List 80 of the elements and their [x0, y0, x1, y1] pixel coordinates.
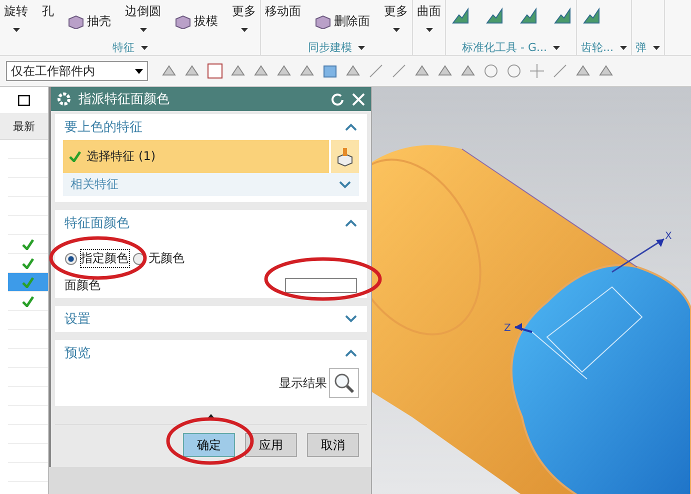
plus-icon[interactable] [529, 63, 545, 79]
caret-icon [392, 28, 400, 32]
ribbon-button[interactable]: 抽壳 [68, 13, 111, 30]
radio-button[interactable]: 无颜色 [132, 250, 185, 267]
ribbon-button[interactable]: 更多 [384, 3, 408, 32]
color-swatch[interactable] [285, 278, 357, 293]
tool-icon[interactable] [518, 7, 538, 25]
section-title[interactable]: 预览 [64, 344, 91, 362]
chevron-icon[interactable] [345, 349, 357, 357]
group-label: 特征 [112, 40, 134, 55]
cube-icon [335, 146, 355, 166]
check-icon [68, 151, 81, 162]
chevron-icon [339, 180, 351, 188]
reset-icon[interactable] [331, 92, 344, 106]
section-title[interactable]: 设置 [64, 310, 91, 328]
group-label: 同步建模 [308, 40, 352, 55]
ribbon-button[interactable]: 移动面 [265, 3, 301, 20]
ribbon-button[interactable]: 旋转 [4, 3, 28, 32]
caret-icon[interactable] [135, 68, 143, 74]
line-icon[interactable] [391, 63, 407, 79]
dialog-button[interactable]: 应用 [245, 433, 297, 457]
ribbon-button[interactable]: 拔模 [175, 13, 218, 30]
tool-icon[interactable] [581, 7, 601, 25]
caret-icon[interactable] [552, 46, 560, 50]
caret-icon [12, 28, 20, 32]
caret-icon[interactable] [620, 46, 626, 50]
select-icon[interactable] [207, 63, 223, 79]
ribbon-button[interactable]: 孔 [42, 3, 54, 20]
section-title[interactable]: 特征面颜色 [64, 214, 130, 232]
chevron-icon[interactable] [345, 123, 357, 131]
caret-icon [426, 28, 432, 32]
navigator-row[interactable] [8, 273, 48, 292]
caret-icon[interactable] [358, 46, 365, 50]
check-icon [22, 258, 34, 268]
ribbon-button[interactable]: 删除面 [315, 13, 370, 30]
ribbon-button[interactable]: 边倒圆 [125, 3, 161, 32]
ribbon-button[interactable]: 更多 [232, 3, 256, 32]
circle-icon[interactable] [483, 63, 499, 79]
tool-icon[interactable] [450, 7, 470, 25]
line-icon[interactable] [368, 63, 384, 79]
caret-icon [140, 28, 146, 32]
check-icon [22, 276, 34, 288]
box-icon [315, 14, 331, 28]
caret-icon [240, 28, 248, 32]
dialog-title: 指派特征面颜色 [78, 91, 171, 108]
filter-dropdown[interactable]: 仅在工作部件内 [6, 61, 148, 81]
tool-icon[interactable] [552, 7, 572, 25]
caret-icon[interactable] [140, 46, 148, 50]
caret-icon[interactable] [652, 46, 660, 50]
cylinder-drawing[interactable] [372, 145, 691, 494]
field-label: 显示结果 [279, 374, 327, 392]
select-button[interactable] [331, 140, 359, 173]
group-label: 标准化工具 - G... [462, 40, 547, 55]
radio-button[interactable]: 指定颜色 [64, 250, 129, 267]
selection-row[interactable]: 选择特征 (1) [62, 140, 329, 173]
group-label: 齿轮... [581, 40, 614, 55]
check-icon [22, 296, 34, 306]
line-icon[interactable] [552, 63, 568, 79]
gear-icon [56, 92, 71, 106]
dialog-button[interactable]: 确定 [183, 433, 235, 457]
section-title[interactable]: 要上色的特征 [64, 118, 143, 136]
group-label: 弹 [636, 40, 646, 55]
ribbon-button[interactable]: 曲面 [417, 3, 441, 32]
chevron-icon[interactable] [345, 219, 357, 227]
tool-icon[interactable] [484, 7, 504, 25]
box-icon [68, 14, 84, 28]
dialog-button[interactable]: 取消 [307, 433, 359, 457]
window-icon[interactable] [18, 94, 30, 106]
check-icon [22, 238, 34, 250]
search-icon [333, 372, 355, 394]
cube-icon[interactable] [322, 63, 338, 79]
show-result-button[interactable] [329, 368, 359, 398]
column-header: 最新 [12, 118, 35, 134]
chevron-icon[interactable] [345, 315, 357, 323]
box-icon [175, 14, 191, 28]
circle-icon[interactable] [506, 63, 522, 79]
axis-label: X [665, 231, 672, 242]
axis-label: Z [504, 323, 511, 334]
field-label: 面颜色 [64, 277, 101, 294]
close-icon[interactable] [352, 92, 365, 106]
